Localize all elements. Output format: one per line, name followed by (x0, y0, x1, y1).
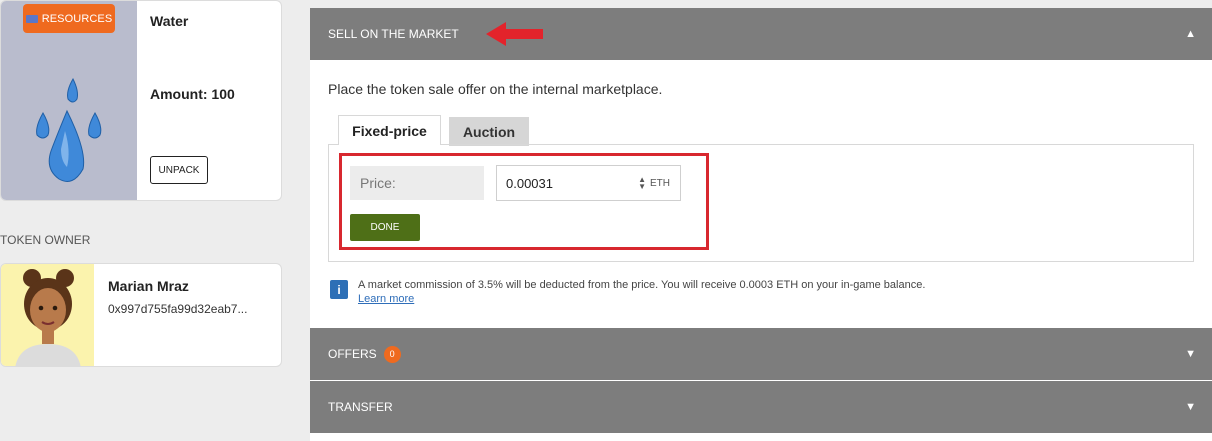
avatar-icon (15, 269, 81, 366)
token-card: RESOURCES Water Amount: 100 UNPACK (0, 0, 282, 201)
market-panel: SELL ON THE MARKET ▲ Place the token sal… (310, 8, 1212, 441)
chevron-up-icon[interactable]: ▲ (1185, 28, 1196, 40)
token-amount: Amount: 100 (150, 86, 235, 102)
offers-header-label: OFFERS (328, 347, 377, 361)
owner-name: Marian Mraz (108, 278, 189, 294)
transfer-header[interactable]: TRANSFER ▼ (310, 381, 1212, 433)
transfer-header-label: TRANSFER (328, 400, 393, 414)
resources-icon (25, 14, 38, 23)
offers-count-badge: 0 (383, 345, 401, 363)
sell-header-label: SELL ON THE MARKET (328, 27, 459, 41)
owner-card[interactable]: Marian Mraz 0x997d755fa99d32eab7... (0, 263, 282, 367)
sell-description: Place the token sale offer on the intern… (328, 81, 663, 97)
chevron-down-icon[interactable]: ▼ (1185, 401, 1196, 413)
tab-auction[interactable]: Auction (449, 117, 529, 146)
learn-more-link[interactable]: Learn more (358, 293, 414, 305)
commission-info: A market commission of 3.5% will be dedu… (358, 279, 926, 291)
red-arrow-icon (486, 22, 543, 46)
unpack-button[interactable]: UNPACK (150, 156, 208, 184)
highlight-box (339, 153, 709, 250)
chevron-down-icon[interactable]: ▼ (1185, 348, 1196, 360)
offers-header[interactable]: OFFERS 0 ▼ (310, 328, 1212, 380)
sell-on-market-header[interactable]: SELL ON THE MARKET ▲ (310, 8, 1212, 60)
token-name: Water (150, 13, 189, 29)
avatar (1, 264, 94, 366)
token-owner-label: TOKEN OWNER (0, 233, 91, 247)
owner-address: 0x997d755fa99d32eab7... (108, 302, 248, 316)
resources-badge-label: RESOURCES (41, 12, 113, 25)
resources-badge: RESOURCES (23, 4, 115, 33)
tab-fixed-price[interactable]: Fixed-price (338, 115, 441, 145)
info-icon: i (330, 280, 348, 299)
